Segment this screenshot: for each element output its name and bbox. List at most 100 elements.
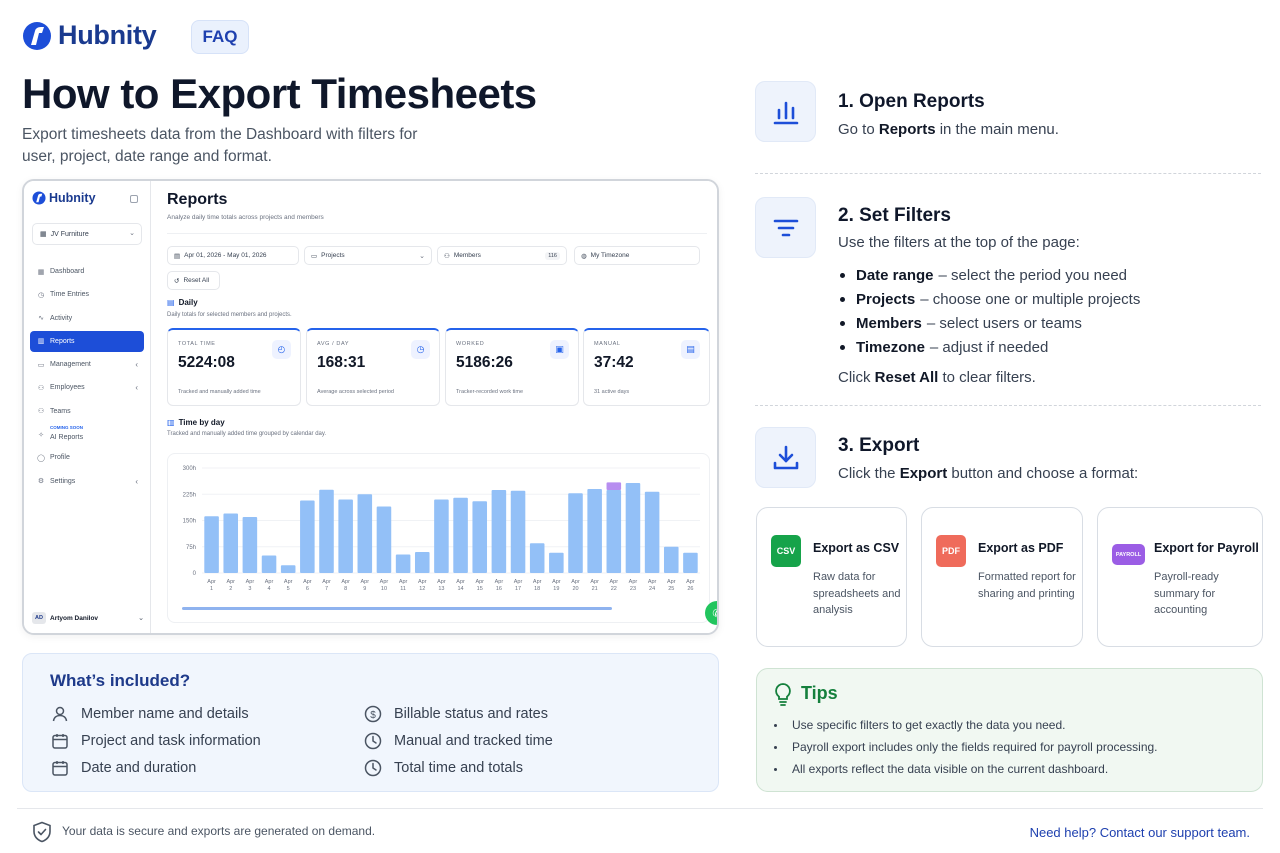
sidebar-item-employees[interactable]: ⚇ Employees ‹ [30, 377, 144, 398]
bar-tracked [357, 494, 373, 573]
x-tick-month: Apr [456, 579, 465, 585]
included-item: Date and duration [50, 758, 196, 777]
tip-item: Use specific filters to get exactly the … [773, 714, 1158, 736]
app-screenshot: Hubnity ▦ JV Furniture ⌄ ▦ Dashboard ◷ Time… [22, 179, 719, 635]
stat-description: Tracker-recorded work time [456, 389, 524, 395]
tips-list: Use specific filters to get exactly the … [773, 714, 1158, 780]
sidebar-item-time-entries[interactable]: ◷ Time Entries [30, 284, 144, 305]
export-payroll-card[interactable]: PAYROLL Export for Payroll Payroll-ready s… [1097, 507, 1263, 647]
app-brand[interactable]: Hubnity [32, 191, 96, 205]
time-by-day-title: ▥ Time by day [167, 418, 225, 427]
sidebar-item-label: AI Reports [50, 434, 84, 442]
sidebar-item-dashboard[interactable]: ▦ Dashboard [30, 261, 144, 282]
members-filter[interactable]: ⚇ Members 116 [437, 246, 567, 265]
projects-filter[interactable]: ▭ Projects ⌄ [304, 246, 432, 265]
calendar-icon [50, 731, 69, 750]
x-tick-month: Apr [399, 579, 408, 585]
collapse-sidebar-icon[interactable] [130, 195, 138, 203]
included-title: What’s included? [50, 671, 191, 690]
bar-tracked [510, 490, 526, 573]
brand-logo[interactable]: Hubnity [22, 20, 157, 51]
x-tick-month: Apr [686, 579, 695, 585]
sidebar-item-management[interactable]: ▭ Management ‹ [30, 354, 144, 375]
stat-card-manual: MANUAL 37:42 31 active days ▤ [583, 328, 710, 406]
x-tick-day: 5 [287, 586, 290, 592]
x-tick-month: Apr [610, 579, 619, 585]
x-tick-day: 19 [553, 586, 559, 592]
bar-tracked [280, 565, 296, 573]
users-icon: ⚇ [37, 384, 45, 392]
filter-bullet-desc: – select users or teams [926, 314, 1082, 332]
page-title: How to Export Timesheets [22, 70, 537, 117]
x-tick-month: Apr [265, 579, 274, 585]
chart-scrollbar[interactable] [182, 607, 612, 610]
export-format-desc: Formatted report for sharing and printin… [978, 571, 1076, 600]
x-tick-day: 3 [248, 586, 251, 592]
x-tick-month: Apr [514, 579, 523, 585]
sidebar-item-teams[interactable]: ⚇ Teams [30, 401, 144, 422]
timezone-filter[interactable]: ◍ My Timezone [574, 246, 700, 265]
chevron-left-icon: ‹ [135, 476, 138, 486]
hubnity-logo-icon [23, 21, 51, 50]
workspace-selector[interactable]: ▦ JV Furniture ⌄ [32, 223, 142, 245]
clock-icon [363, 731, 382, 750]
bar-chart-icon: ▥ [167, 418, 175, 427]
x-tick-day: 6 [306, 586, 309, 592]
step-2-text: Use the filters at the top of the page: [838, 234, 1080, 251]
clock-icon: ◷ [411, 340, 430, 359]
sidebar-item-activity[interactable]: ∿ Activity [30, 308, 144, 329]
date-range-filter[interactable]: ▤ Apr 01, 2026 - May 01, 2026 [167, 246, 299, 265]
filter-bullet-name: Members [856, 314, 922, 332]
sidebar-item-profile[interactable]: ◯ Profile [30, 447, 144, 468]
reset-all-button[interactable]: ↺ Reset All [167, 271, 220, 290]
hubnity-logo-icon [32, 191, 46, 205]
x-tick-month: Apr [533, 579, 542, 585]
x-tick-month: Apr [322, 579, 331, 585]
bar-tracked [606, 490, 622, 573]
x-tick-month: Apr [437, 579, 446, 585]
chevron-down-icon: ⌄ [129, 230, 135, 237]
x-tick-day: 11 [400, 586, 406, 592]
x-tick-day: 14 [458, 586, 464, 592]
x-tick-day: 22 [611, 586, 617, 592]
filter-bullet: Date range – select the period you need [838, 263, 1140, 287]
user-menu[interactable]: AD Artyom Danilov ⌄ [32, 609, 144, 627]
support-link[interactable]: Need help? Contact our support team. [1030, 825, 1250, 840]
x-tick-day: 15 [477, 586, 483, 592]
bar-tracked [491, 490, 507, 573]
export-format-title: Export as PDF [978, 541, 1064, 555]
x-tick-month: Apr [475, 579, 484, 585]
x-tick-day: 21 [592, 586, 598, 592]
y-tick-label: 150h [183, 519, 196, 525]
step-2-title: 2. Set Filters [838, 205, 951, 226]
calendar-icon [50, 758, 69, 777]
y-tick-label: 0 [193, 571, 197, 577]
csv-file-icon: CSV [771, 535, 801, 567]
export-format-desc: Raw data for spreadsheets and analysis [813, 571, 901, 616]
bar-tracked [453, 497, 468, 573]
sidebar-item-ai-reports[interactable]: ✧ COMING SOON AI Reports [30, 424, 144, 445]
chevron-down-icon: ⌄ [419, 252, 425, 260]
sidebar-item-label: Management [50, 361, 91, 369]
x-tick-month: Apr [226, 579, 235, 585]
clock-icon [363, 758, 382, 777]
footer-divider [17, 808, 1263, 809]
sidebar-item-label: Reports [50, 337, 75, 345]
filter-bullet-name: Projects [856, 290, 916, 308]
stat-value: 5186:26 [456, 354, 513, 371]
sidebar-nav: ▦ Dashboard ◷ Time Entries ∿ Activity ▥ Reports… [30, 261, 144, 494]
stat-description: Tracked and manually added time [178, 389, 261, 395]
filter-bullet: Members – select users or teams [838, 311, 1140, 335]
tip-item: Payroll export includes only the fields … [773, 736, 1158, 758]
sidebar-item-label: Profile [50, 454, 70, 462]
download-icon [755, 427, 816, 488]
bar-tracked [434, 499, 449, 573]
x-tick-day: 16 [496, 586, 502, 592]
stat-card-worked: WORKED 5186:26 Tracker-recorded work time ▣ [445, 328, 579, 406]
sidebar-item-reports[interactable]: ▥ Reports [30, 330, 144, 352]
sidebar-item-settings[interactable]: ⚙ Settings ‹ [30, 471, 144, 492]
bar-tracked [644, 491, 660, 573]
export-csv-card[interactable]: CSV Export as CSV Raw data for spreadsheet… [756, 507, 907, 647]
export-pdf-card[interactable]: PDF Export as PDF Formatted report for sha… [921, 507, 1083, 647]
x-tick-day: 13 [438, 586, 444, 592]
